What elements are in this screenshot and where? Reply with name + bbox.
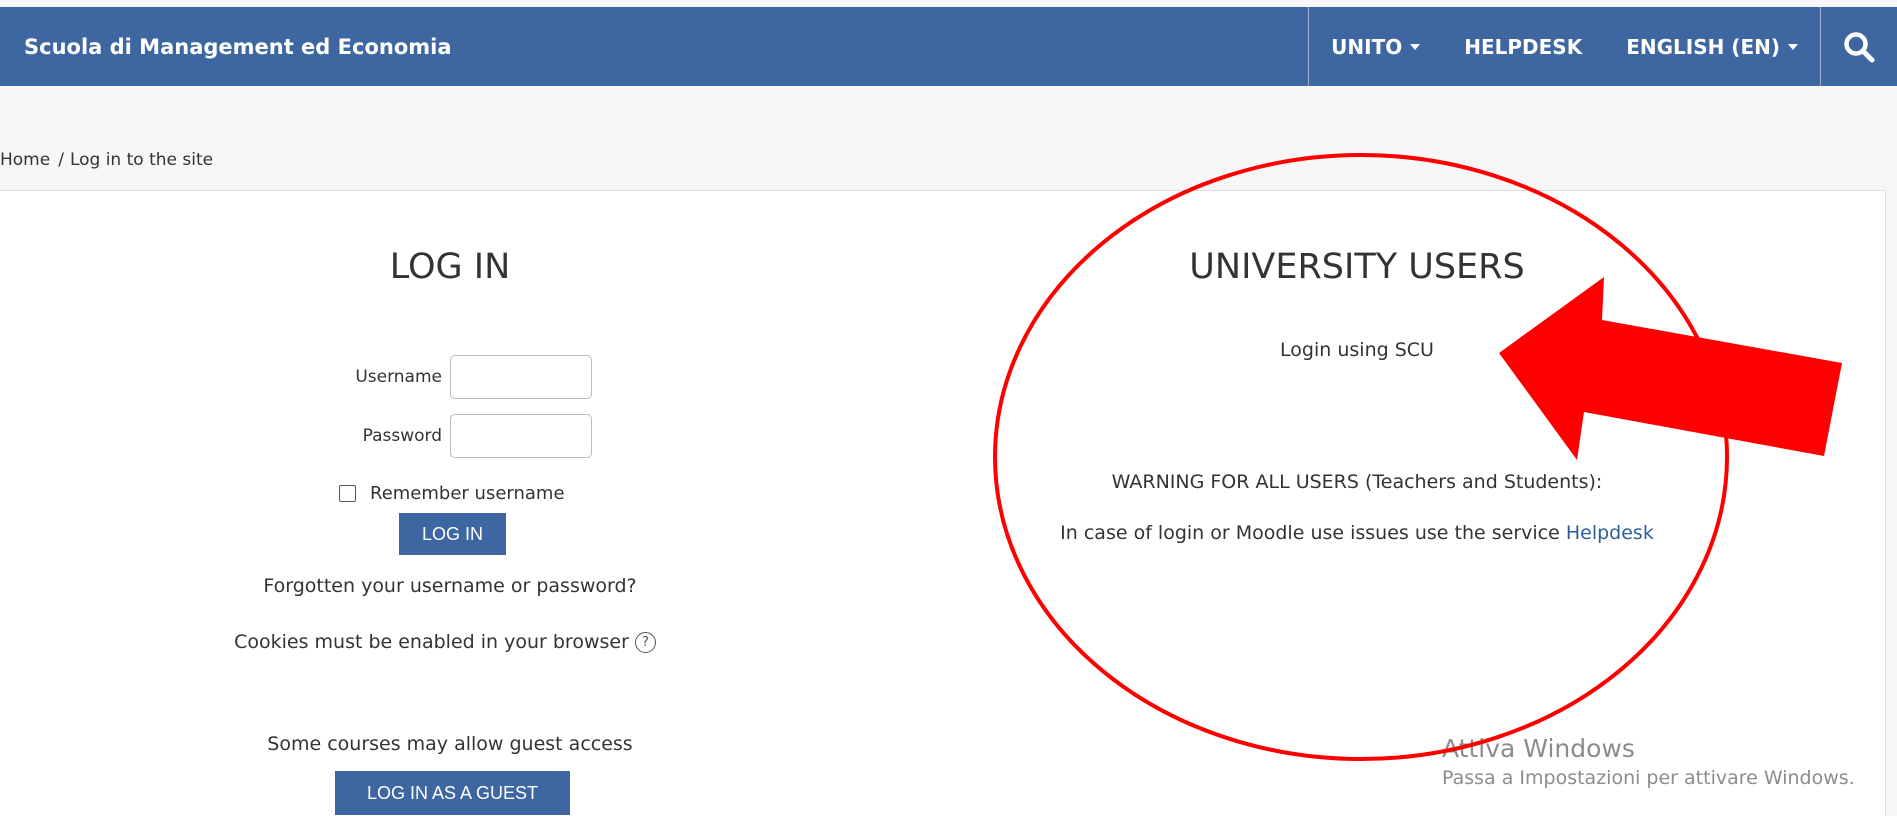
- warning-text: WARNING FOR ALL USERS (Teachers and Stud…: [1111, 471, 1603, 493]
- guest-access-text: Some courses may allow guest access: [267, 733, 633, 755]
- username-input[interactable]: [450, 355, 592, 399]
- username-label: Username: [355, 367, 442, 387]
- help-icon[interactable]: ?: [634, 632, 656, 653]
- breadcrumb-home[interactable]: Home: [0, 150, 50, 170]
- site-brand[interactable]: Scuola di Management ed Economia: [24, 7, 452, 86]
- watermark-title: Attiva Windows: [1442, 734, 1635, 763]
- breadcrumb: Home / Log in to the site: [0, 150, 213, 170]
- caret-down-icon: [1788, 43, 1798, 50]
- login-title: LOG IN: [389, 247, 511, 287]
- university-title: UNIVERSITY USERS: [1189, 247, 1525, 287]
- password-label: Password: [362, 426, 442, 446]
- helpdesk-link[interactable]: Helpdesk: [1566, 522, 1654, 544]
- nav-item-language-label: ENGLISH (EN): [1626, 34, 1780, 59]
- issues-notice: In case of login or Moodle use issues us…: [890, 522, 1824, 544]
- navbar-right: UNITO HELPDESK ENGLISH (EN): [1308, 7, 1897, 86]
- top-navbar: Scuola di Management ed Economia UNITO H…: [0, 7, 1897, 86]
- remember-checkbox[interactable]: [339, 485, 356, 502]
- scu-login-link[interactable]: Login using SCU: [1000, 339, 1714, 361]
- nav-item-language[interactable]: ENGLISH (EN): [1604, 7, 1820, 86]
- guest-login-button[interactable]: LOG IN AS A GUEST: [335, 771, 570, 815]
- username-row: Username: [322, 355, 592, 399]
- issues-text: In case of login or Moodle use issues us…: [1060, 522, 1560, 544]
- search-icon: [1844, 31, 1875, 62]
- login-panel: LOG IN Username Password Remember userna…: [0, 190, 1886, 816]
- nav-item-unito[interactable]: UNITO: [1309, 7, 1442, 86]
- caret-down-icon: [1410, 43, 1421, 50]
- remember-label[interactable]: Remember username: [370, 483, 565, 504]
- login-button[interactable]: LOG IN: [399, 513, 506, 555]
- cookies-text: Cookies must be enabled in your browser: [234, 631, 629, 653]
- forgot-password-link[interactable]: Forgotten your username or password?: [0, 575, 900, 597]
- search-button[interactable]: [1821, 7, 1897, 86]
- password-row: Password: [322, 414, 592, 458]
- password-input[interactable]: [450, 414, 592, 458]
- nav-item-helpdesk[interactable]: HELPDESK: [1442, 7, 1604, 86]
- remember-row: Remember username: [339, 483, 565, 504]
- nav-item-unito-label: UNITO: [1331, 34, 1403, 59]
- watermark-subtitle: Passa a Impostazioni per attivare Window…: [1442, 767, 1855, 789]
- login-column: LOG IN Username Password Remember userna…: [0, 191, 900, 816]
- breadcrumb-current: Log in to the site: [69, 150, 214, 170]
- university-column: UNIVERSITY USERS Login using SCU WARNING…: [1000, 191, 1714, 816]
- cookies-notice: Cookies must be enabled in your browser?: [0, 631, 890, 653]
- nav-item-helpdesk-label: HELPDESK: [1464, 34, 1583, 59]
- breadcrumb-separator: /: [58, 150, 64, 170]
- windows-watermark: Attiva Windows Passa a Impostazioni per …: [1442, 734, 1855, 789]
